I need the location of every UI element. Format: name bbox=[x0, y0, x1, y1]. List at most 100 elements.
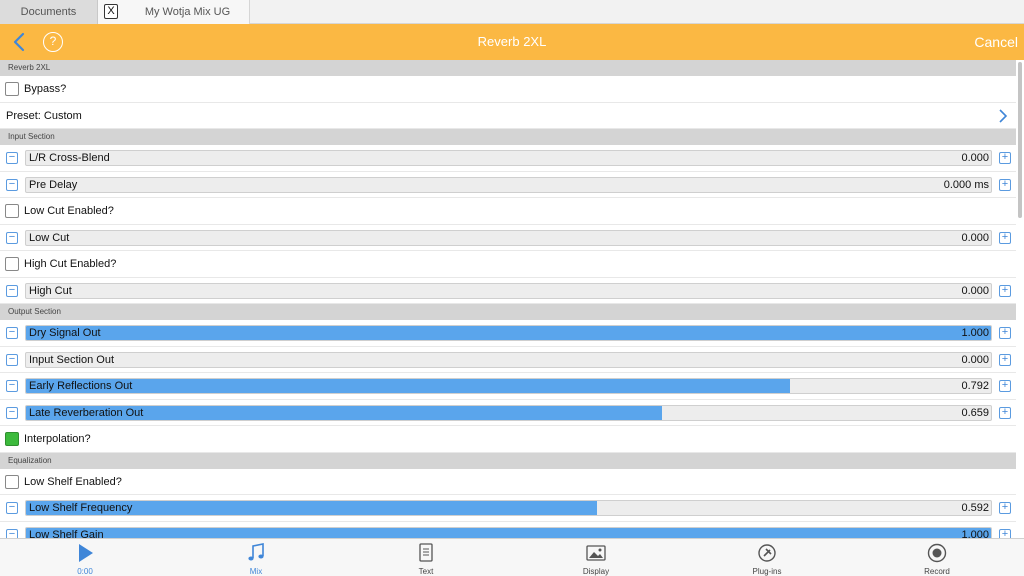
checkbox-high-cut-enabled[interactable] bbox=[5, 257, 19, 272]
increment-button[interactable]: + bbox=[999, 327, 1011, 340]
setting-row-high-cut-enabled: High Cut Enabled? bbox=[0, 251, 1016, 278]
image-icon bbox=[586, 545, 606, 561]
setting-row-dry-signal-out: − Dry Signal Out 1.000 + bbox=[0, 320, 1016, 347]
slider-value: 0.000 bbox=[961, 231, 989, 244]
setting-row-early-reflections-out: − Early Reflections Out 0.792 + bbox=[0, 373, 1016, 400]
slider-l-r-cross-blend[interactable]: L/R Cross-Blend 0.000 bbox=[25, 150, 992, 167]
slider-high-cut[interactable]: High Cut 0.000 bbox=[25, 282, 992, 299]
settings-list[interactable]: Reverb 2XL Bypass? Preset: Custom Input Sec… bbox=[0, 60, 1016, 538]
increment-button[interactable]: + bbox=[999, 380, 1011, 393]
play-icon bbox=[79, 544, 93, 562]
plugin-icon bbox=[758, 544, 776, 562]
setting-label: Low Cut Enabled? bbox=[24, 205, 114, 217]
slider-label: Early Reflections Out bbox=[29, 380, 133, 393]
checkbox-bypass[interactable] bbox=[5, 82, 19, 97]
checkbox-low-cut-enabled[interactable] bbox=[5, 204, 19, 219]
toolbar-record-label: Record bbox=[924, 567, 950, 576]
toolbar-text-button[interactable]: Text bbox=[386, 539, 466, 576]
toolbar-play-label: 0:00 bbox=[77, 567, 93, 576]
slider-value: 1.000 bbox=[961, 327, 989, 340]
setting-row-low-shelf-gain: − Low Shelf Gain 1.000 + bbox=[0, 522, 1016, 538]
slider-pre-delay[interactable]: Pre Delay 0.000 ms bbox=[25, 176, 992, 193]
decrement-button[interactable]: − bbox=[6, 152, 18, 165]
setting-row-low-cut: − Low Cut 0.000 + bbox=[0, 225, 1016, 251]
slider-value: 0.659 bbox=[961, 406, 989, 419]
cancel-button[interactable]: Cancel bbox=[974, 24, 1018, 60]
slider-value: 0.000 bbox=[961, 353, 989, 366]
page-title: Reverb 2XL bbox=[477, 34, 547, 49]
toolbar-mix-label: Mix bbox=[249, 567, 263, 576]
setting-label: Interpolation? bbox=[24, 433, 91, 445]
setting-row-low-shelf-frequency: − Low Shelf Frequency 0.592 + bbox=[0, 495, 1016, 522]
section-header-equalization: Equalization bbox=[0, 452, 1016, 469]
increment-button[interactable]: + bbox=[999, 406, 1011, 419]
slider-low-shelf-frequency[interactable]: Low Shelf Frequency 0.592 bbox=[25, 500, 992, 517]
record-icon bbox=[927, 543, 947, 563]
close-tab-button[interactable]: X bbox=[104, 4, 118, 19]
section-header-output-section: Output Section bbox=[0, 304, 1016, 320]
slider-dry-signal-out[interactable]: Dry Signal Out 1.000 bbox=[25, 325, 992, 342]
increment-button[interactable]: + bbox=[999, 152, 1011, 165]
slider-early-reflections-out[interactable]: Early Reflections Out 0.792 bbox=[25, 378, 992, 395]
tab-documents[interactable]: Documents bbox=[0, 0, 98, 24]
decrement-button[interactable]: − bbox=[6, 528, 18, 538]
setting-row-input-section-out: − Input Section Out 0.000 + bbox=[0, 347, 1016, 373]
section-label: Output Section bbox=[8, 307, 61, 316]
slider-low-shelf-gain[interactable]: Low Shelf Gain 1.000 bbox=[25, 526, 992, 538]
setting-row-pre-delay: − Pre Delay 0.000 ms + bbox=[0, 172, 1016, 198]
slider-fill bbox=[26, 527, 991, 538]
toolbar-mix-button[interactable]: Mix bbox=[216, 539, 296, 576]
tab-mix[interactable]: X My Wotja Mix UG bbox=[98, 0, 250, 24]
toolbar-play-button[interactable]: 0:00 bbox=[45, 539, 125, 576]
setting-label: High Cut Enabled? bbox=[24, 258, 117, 270]
increment-button[interactable]: + bbox=[999, 502, 1011, 515]
scrollbar[interactable] bbox=[1018, 62, 1022, 218]
slider-label: L/R Cross-Blend bbox=[29, 152, 110, 165]
slider-label: Input Section Out bbox=[29, 353, 114, 366]
slider-label: Low Shelf Frequency bbox=[29, 502, 133, 515]
toolbar-plugins-label: Plug-ins bbox=[752, 567, 782, 576]
slider-label: Late Reverberation Out bbox=[29, 406, 144, 419]
slider-value: 0.592 bbox=[961, 502, 989, 515]
slider-value: 0.000 bbox=[961, 152, 989, 165]
setting-row-l-r-cross-blend: − L/R Cross-Blend 0.000 + bbox=[0, 145, 1016, 172]
toolbar-plugins-button[interactable]: Plug-ins bbox=[727, 539, 807, 576]
slider-low-cut[interactable]: Low Cut 0.000 bbox=[25, 229, 992, 246]
checkbox-low-shelf-enabled[interactable] bbox=[5, 474, 19, 489]
header-bar: ? Reverb 2XL Cancel bbox=[0, 24, 1024, 60]
section-header-input-section: Input Section bbox=[0, 129, 1016, 145]
chevron-right-icon[interactable] bbox=[998, 109, 1008, 123]
document-icon bbox=[419, 543, 433, 562]
slider-label: High Cut bbox=[29, 284, 72, 297]
toolbar-record-button[interactable]: Record bbox=[897, 539, 977, 576]
decrement-button[interactable]: − bbox=[6, 178, 18, 191]
decrement-button[interactable]: − bbox=[6, 406, 18, 419]
setting-row-low-cut-enabled: Low Cut Enabled? bbox=[0, 198, 1016, 225]
toolbar-text-label: Text bbox=[418, 567, 434, 576]
slider-late-reverberation-out[interactable]: Late Reverberation Out 0.659 bbox=[25, 404, 992, 421]
setting-row-low-shelf-enabled: Low Shelf Enabled? bbox=[0, 469, 1016, 495]
setting-row-preset-custom[interactable]: Preset: Custom bbox=[0, 103, 1016, 129]
decrement-button[interactable]: − bbox=[6, 284, 18, 297]
decrement-button[interactable]: − bbox=[6, 327, 18, 340]
decrement-button[interactable]: − bbox=[6, 353, 18, 366]
checkbox-interpolation[interactable] bbox=[5, 432, 19, 447]
increment-button[interactable]: + bbox=[999, 528, 1011, 538]
increment-button[interactable]: + bbox=[999, 178, 1011, 191]
slider-label: Pre Delay bbox=[29, 178, 78, 191]
decrement-button[interactable]: − bbox=[6, 502, 18, 515]
decrement-button[interactable]: − bbox=[6, 380, 18, 393]
setting-row-bypass: Bypass? bbox=[0, 76, 1016, 103]
slider-value: 0.000 bbox=[961, 284, 989, 297]
toolbar-display-button[interactable]: Display bbox=[556, 539, 636, 576]
tab-mix-label: My Wotja Mix UG bbox=[144, 6, 231, 18]
slider-input-section-out[interactable]: Input Section Out 0.000 bbox=[25, 351, 992, 368]
increment-button[interactable]: + bbox=[999, 231, 1011, 244]
increment-button[interactable]: + bbox=[999, 353, 1011, 366]
setting-label: Bypass? bbox=[24, 83, 67, 95]
slider-value: 1.000 bbox=[961, 528, 989, 538]
increment-button[interactable]: + bbox=[999, 284, 1011, 297]
decrement-button[interactable]: − bbox=[6, 231, 18, 244]
slider-label: Low Shelf Gain bbox=[29, 528, 104, 538]
slider-label: Dry Signal Out bbox=[29, 327, 101, 340]
